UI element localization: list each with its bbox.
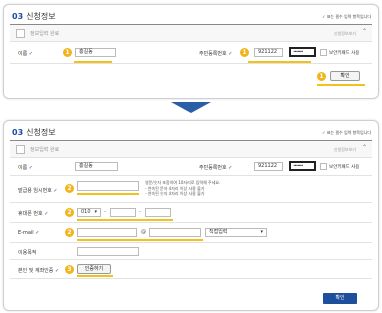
required-note: ✓ 표는 필수 입력 항목입니다 xyxy=(322,14,371,19)
highlight-underline xyxy=(77,275,113,277)
name-label: 이름 ✓ xyxy=(18,51,33,57)
note-line: - 연속된 숫자 4자리 이상 사용 불가 xyxy=(145,191,205,196)
toggle-info-view[interactable]: 신청정보보기 xyxy=(334,147,356,153)
at-sign: @ xyxy=(141,229,146,235)
phone-label: 휴대폰 번호 ✓ xyxy=(18,211,49,217)
step-badge: 2 xyxy=(65,208,74,217)
highlight-underline xyxy=(77,239,203,241)
card-password-notes: 영문/숫자 포함하여 10자리로 입력해 주세요. - 연속된 문자 4자리 이… xyxy=(145,180,220,197)
step-badge: 1 xyxy=(240,48,249,57)
security-keypad-checkbox[interactable] xyxy=(320,163,327,170)
chevron-up-icon[interactable]: ⌃ xyxy=(362,28,367,35)
security-keypad-checkbox[interactable] xyxy=(320,49,327,56)
name-label: 이름 ✓ xyxy=(18,165,33,171)
check-icon: ✓ xyxy=(35,230,40,236)
rrn-label: 주민등록번호 ✓ xyxy=(199,165,233,171)
info-complete-checkbox[interactable] xyxy=(16,29,25,38)
card-password-field[interactable] xyxy=(77,181,139,191)
info-complete-label: 정보입력 완료 xyxy=(30,31,60,37)
highlight-underline xyxy=(74,61,112,63)
rrn-front-field[interactable]: 921122 xyxy=(254,162,283,171)
rrn-back-field[interactable]: ••••••• xyxy=(289,161,316,171)
check-icon: ✓ xyxy=(322,130,326,135)
step-badge: 2 xyxy=(65,184,74,193)
check-icon: ✓ xyxy=(322,14,326,19)
panel-title: 03 신청정보 xyxy=(12,128,56,137)
authenticate-button[interactable]: 인증하기 xyxy=(77,264,111,274)
auth-label: 본인 및 계좌인증 ✓ xyxy=(18,268,60,274)
chevron-down-icon: ▾ xyxy=(260,229,263,235)
rrn-back-field[interactable]: ••••••• xyxy=(289,47,316,57)
email-id-field[interactable] xyxy=(77,228,137,237)
security-keypad-label: 보안키패드 사용 xyxy=(329,165,360,170)
check-icon: ✓ xyxy=(228,165,233,171)
confirm-button[interactable]: 확인 xyxy=(330,71,360,81)
card-password-row: 발급용 임시번호 ✓ 2 영문/숫자 포함하여 10자리로 입력해 주세요. -… xyxy=(10,176,372,203)
name-rrn-row: 이름 ✓ 홍길동 주민등록번호 ✓ 921122 ••••••• 보안키패드 사… xyxy=(10,158,372,176)
highlight-underline xyxy=(77,193,139,195)
step-badge: 2 xyxy=(65,228,74,237)
name-field[interactable]: 홍길동 xyxy=(75,48,116,57)
security-keypad-label: 보안키패드 사용 xyxy=(329,51,360,56)
application-info-panel-collapsed: 03 신청정보 ✓ 표는 필수 입력 항목입니다 정보입력 완료 신청정보보기 ⌃… xyxy=(3,4,379,99)
step-badge: 1 xyxy=(317,72,326,81)
highlight-underline xyxy=(317,84,365,86)
phone-last-field[interactable] xyxy=(145,208,171,217)
name-field[interactable]: 홍길동 xyxy=(75,162,118,171)
highlight-underline xyxy=(77,219,173,221)
check-icon: ✓ xyxy=(53,188,58,194)
highlight-underline xyxy=(248,61,311,63)
email-row: E-mail ✓ 2 @ 직접입력 ▾ xyxy=(10,223,372,243)
check-icon: ✓ xyxy=(228,51,233,57)
phone-middle-field[interactable] xyxy=(110,208,136,217)
panel-title: 03 신청정보 xyxy=(12,12,56,21)
check-icon: ✓ xyxy=(44,211,49,217)
toggle-info-view[interactable]: 신청정보보기 xyxy=(334,31,356,37)
check-icon: ✓ xyxy=(28,51,33,57)
purpose-row: 이용목적 xyxy=(10,243,372,260)
info-complete-row: 정보입력 완료 신청정보보기 ⌃ xyxy=(10,141,372,158)
name-rrn-row: 이름 ✓ 1 홍길동 주민등록번호 ✓ 1 921122 ••••••• 보안키… xyxy=(10,42,372,64)
confirm-button[interactable]: 확인 xyxy=(323,293,357,304)
chevron-up-icon[interactable]: ⌃ xyxy=(362,144,367,151)
phone-row: 휴대폰 번호 ✓ 2 010 ▾ - - xyxy=(10,203,372,223)
rrn-front-field[interactable]: 921122 xyxy=(254,48,283,57)
application-info-panel-expanded: 03 신청정보 ✓ 표는 필수 입력 항목입니다 정보입력 완료 신청정보보기 ⌃… xyxy=(3,120,379,311)
info-complete-row: 정보입력 완료 신청정보보기 ⌃ xyxy=(10,25,372,42)
auth-row: 본인 및 계좌인증 ✓ 3 인증하기 xyxy=(10,260,372,279)
info-complete-checkbox[interactable] xyxy=(16,145,25,154)
required-note: ✓ 표는 필수 입력 항목입니다 xyxy=(322,130,371,135)
step-badge: 1 xyxy=(63,48,72,57)
step-badge: 3 xyxy=(65,265,74,274)
purpose-label: 이용목적 xyxy=(18,250,37,256)
check-icon: ✓ xyxy=(54,268,60,274)
chevron-down-icon: ▾ xyxy=(94,209,97,215)
purpose-field[interactable] xyxy=(77,247,139,256)
phone-prefix-select[interactable]: 010 ▾ xyxy=(77,208,101,217)
email-domain-field[interactable] xyxy=(149,228,201,237)
email-label: E-mail ✓ xyxy=(18,230,40,236)
dash-separator: - xyxy=(139,209,141,215)
check-icon: ✓ xyxy=(28,165,33,171)
email-domain-select[interactable]: 직접입력 ▾ xyxy=(205,228,267,237)
note-line: 영문/숫자 포함하여 10자리로 입력해 주세요. xyxy=(145,180,221,185)
info-complete-label: 정보입력 완료 xyxy=(30,147,60,153)
arrow-down-icon xyxy=(171,102,211,113)
dash-separator: - xyxy=(104,209,106,215)
rrn-label: 주민등록번호 ✓ xyxy=(199,51,233,57)
card-password-label: 발급용 임시번호 ✓ xyxy=(18,188,58,194)
